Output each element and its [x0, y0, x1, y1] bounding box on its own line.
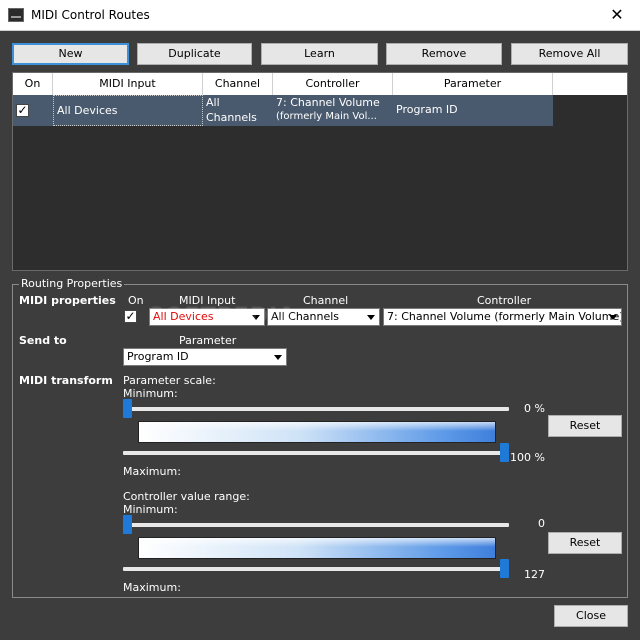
parameter-scale-max-value: 100 %	[510, 451, 545, 464]
controller-range-max-value: 127	[524, 568, 545, 581]
row-controller[interactable]: 7: Channel Volume (formerly Main Vol...	[276, 95, 392, 126]
parameter-scale-max-track[interactable]	[123, 451, 509, 455]
title-bar: MIDI Control Routes ✕	[0, 0, 640, 31]
row-parameter[interactable]: Program ID	[396, 95, 552, 126]
row-midi-input[interactable]: All Devices	[53, 95, 203, 126]
controller-range-min-value: 0	[538, 517, 545, 530]
column-header-controller[interactable]: Controller	[273, 73, 393, 95]
row-channel[interactable]: All Channels	[206, 95, 272, 126]
parameter-scale-min-track[interactable]	[123, 407, 509, 411]
new-button[interactable]: New	[12, 43, 129, 65]
controller-select-value: 7: Channel Volume (formerly Main Volume)	[387, 310, 622, 323]
midi-properties-label: MIDI properties	[19, 294, 116, 307]
midi-transform-label: MIDI transform	[19, 374, 113, 387]
parameter-scale-min-value: 0 %	[524, 402, 545, 415]
controller-range-min-track[interactable]	[123, 523, 509, 527]
row-channel-line2: Channels	[206, 111, 257, 124]
window-title: MIDI Control Routes	[31, 8, 150, 22]
chevron-down-icon	[609, 315, 617, 320]
routing-properties-legend: Routing Properties	[19, 277, 125, 290]
learn-button[interactable]: Learn	[261, 43, 378, 65]
on-label: On	[128, 294, 144, 307]
duplicate-button[interactable]: Duplicate	[137, 43, 252, 65]
parameter-label: Parameter	[179, 334, 237, 347]
watermark: SOFTPEDIA	[148, 304, 297, 329]
controller-range-max-track[interactable]	[123, 567, 509, 571]
column-header-midi-input[interactable]: MIDI Input	[53, 73, 203, 95]
parameter-scale-maximum-label: Maximum:	[123, 465, 181, 478]
controller-range-bar	[138, 537, 496, 559]
close-button[interactable]: Close	[554, 605, 628, 627]
parameter-scale-label: Parameter scale:	[123, 374, 216, 387]
parameter-scale-reset-button[interactable]: Reset	[548, 415, 622, 437]
routing-properties-group: Routing Properties MIDI properties On MI…	[12, 277, 628, 598]
send-to-label: Send to	[19, 334, 67, 347]
remove-all-button[interactable]: Remove All	[511, 43, 628, 65]
column-header-parameter[interactable]: Parameter	[393, 73, 553, 95]
row-on-cell[interactable]: ✓	[13, 95, 53, 126]
app-icon	[8, 8, 24, 22]
controller-select[interactable]: 7: Channel Volume (formerly Main Volume)	[383, 308, 622, 326]
column-header-spacer	[553, 73, 627, 95]
remove-button[interactable]: Remove	[386, 43, 502, 65]
parameter-scale-range-bar	[138, 421, 496, 443]
parameter-select-value: Program ID	[127, 350, 189, 363]
routes-table[interactable]: On MIDI Input Channel Controller Paramet…	[12, 72, 628, 271]
row-controller-line1: 7: Channel Volume	[276, 96, 380, 109]
window-close-button[interactable]: ✕	[594, 0, 640, 31]
chevron-down-icon	[274, 355, 282, 360]
controller-range-min-slider-thumb[interactable]	[123, 515, 132, 534]
row-on-checkbox[interactable]: ✓	[16, 104, 29, 117]
controller-range-reset-button[interactable]: Reset	[548, 532, 622, 554]
parameter-select[interactable]: Program ID	[123, 348, 287, 366]
row-channel-line1: All	[206, 96, 220, 109]
controller-range-maximum-label: Maximum:	[123, 581, 181, 594]
controller-label: Controller	[477, 294, 532, 307]
chevron-down-icon	[367, 315, 375, 320]
route-on-checkbox[interactable]: ✓	[124, 310, 137, 323]
row-controller-line2: (formerly Main Vol...	[276, 111, 377, 122]
controller-range-label: Controller value range:	[123, 490, 250, 503]
channel-label: Channel	[303, 294, 349, 307]
parameter-scale-min-slider-thumb[interactable]	[123, 399, 132, 418]
table-row[interactable]: ✓ All Devices All Channels 7: Channel Vo…	[13, 95, 553, 126]
column-header-channel[interactable]: Channel	[203, 73, 273, 95]
column-header-on[interactable]: On	[13, 73, 53, 95]
